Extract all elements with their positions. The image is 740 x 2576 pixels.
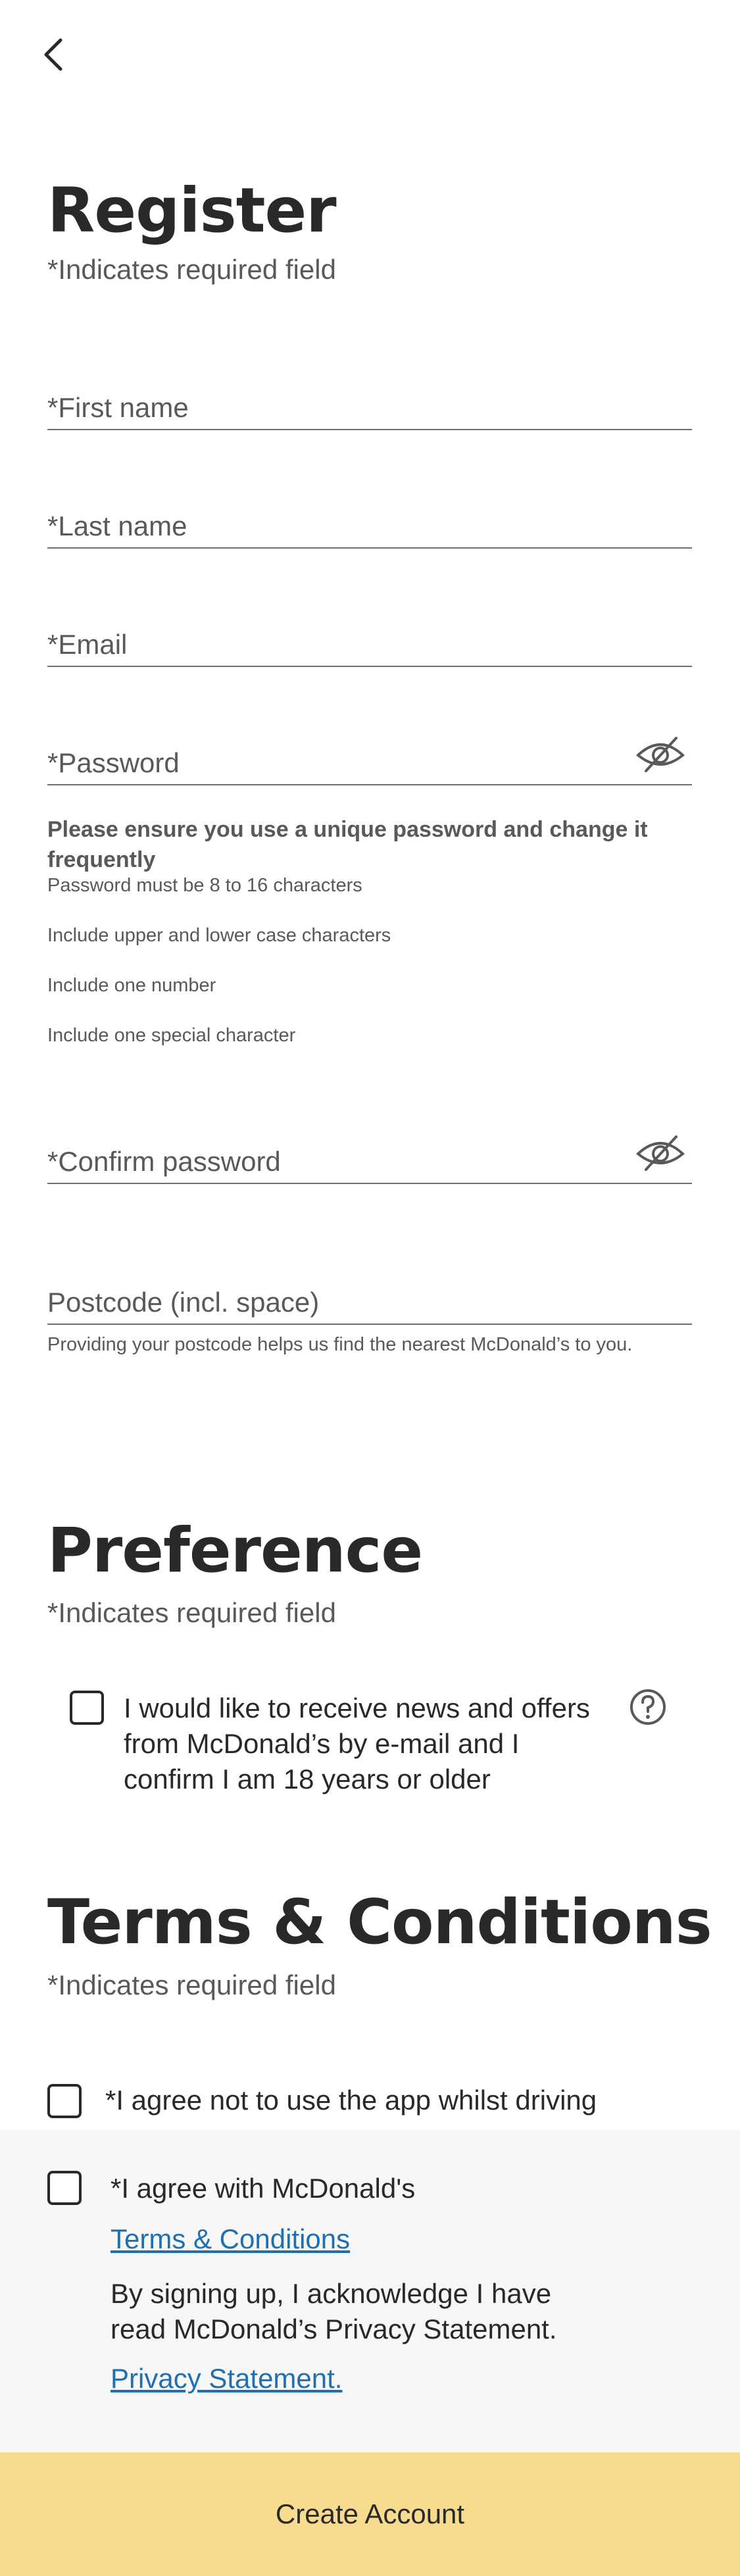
password-visibility-toggle[interactable]: [634, 734, 687, 774]
confirm-password-field: [47, 1130, 692, 1184]
postcode-field: [47, 1271, 692, 1325]
password-rule-special: Include one special character: [47, 1025, 296, 1046]
agree-terms-label: *I agree with McDonald's: [111, 2173, 416, 2204]
news-offers-label: I would like to receive news and offers …: [124, 1693, 590, 1795]
password-rule-case: Include upper and lower case characters: [47, 925, 391, 946]
password-field: [47, 731, 692, 785]
eye-slash-icon: [635, 1135, 685, 1171]
password-rule-length: Password must be 8 to 16 characters: [47, 875, 362, 896]
privacy-statement-link[interactable]: Privacy Statement.: [111, 2363, 342, 2394]
password-guidance-heading: Please ensure you use a unique password …: [47, 817, 648, 872]
chevron-left-icon: [44, 38, 62, 71]
password-input[interactable]: [47, 747, 626, 779]
first-name-input[interactable]: [47, 392, 626, 424]
terms-conditions-link[interactable]: Terms & Conditions: [111, 2223, 350, 2255]
create-account-button[interactable]: Create Account: [0, 2452, 740, 2576]
preference-title: Preference: [47, 1515, 423, 1587]
privacy-acknowledgement-text: By signing up, I acknowledge I have read…: [111, 2278, 557, 2344]
confirm-password-input[interactable]: [47, 1146, 626, 1177]
first-name-field: [47, 376, 692, 430]
email-input[interactable]: [47, 629, 626, 660]
last-name-input[interactable]: [47, 510, 626, 542]
eye-slash-icon: [635, 737, 685, 772]
email-field: [47, 613, 692, 667]
question-circle-icon: [630, 1689, 666, 1725]
password-rule-number: Include one number: [47, 975, 216, 996]
agree-terms-checkbox[interactable]: [47, 2171, 82, 2205]
terms-title: Terms & Conditions: [47, 1887, 712, 1958]
help-button[interactable]: [628, 1687, 668, 1727]
postcode-hint: Providing your postcode helps us find th…: [47, 1334, 633, 1355]
confirm-password-visibility-toggle[interactable]: [634, 1133, 687, 1172]
register-required-note: *Indicates required field: [47, 254, 336, 285]
preference-required-note: *Indicates required field: [47, 1597, 336, 1628]
driving-checkbox[interactable]: [47, 2084, 82, 2118]
last-name-field: [47, 495, 692, 549]
register-title: Register: [47, 175, 337, 247]
terms-required-note: *Indicates required field: [47, 1969, 336, 2000]
back-button[interactable]: [41, 32, 80, 78]
driving-label: *I agree not to use the app whilst drivi…: [105, 2085, 597, 2116]
postcode-input[interactable]: [47, 1287, 626, 1318]
news-offers-checkbox[interactable]: [70, 1691, 104, 1725]
